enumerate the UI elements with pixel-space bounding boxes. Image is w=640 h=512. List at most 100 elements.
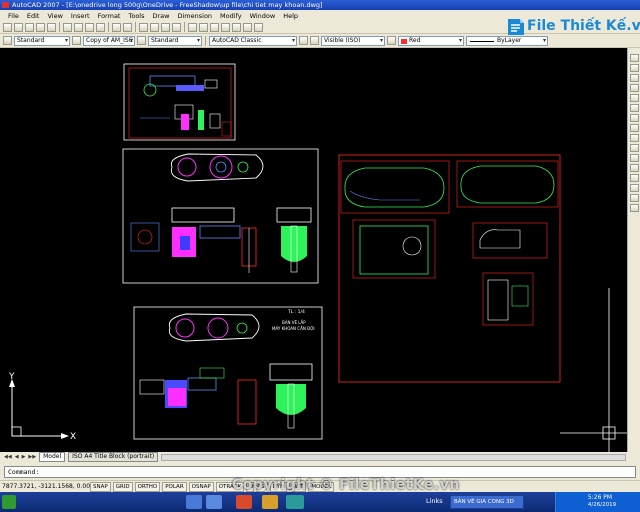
site-logo: File Thiết Kế.vn: [505, 14, 640, 42]
text-style-select[interactable]: Standard: [14, 35, 70, 46]
workspace-settings-icon[interactable]: [299, 36, 308, 45]
coordinate-readout[interactable]: 7877.3721, -3121.1568, 0.0000: [2, 483, 98, 490]
zoom-previous-icon[interactable]: [172, 22, 181, 32]
color-value: Red: [409, 36, 421, 44]
autocad-app-icon[interactable]: [2, 2, 9, 8]
menu-draw[interactable]: Draw: [149, 12, 174, 20]
trim-icon[interactable]: [629, 144, 639, 152]
match-properties-icon[interactable]: [96, 22, 105, 32]
menu-file[interactable]: File: [4, 12, 23, 20]
text-style-icon[interactable]: [3, 36, 12, 45]
calculator-icon[interactable]: [243, 22, 252, 32]
layer-properties-icon[interactable]: [310, 36, 319, 45]
scale-icon[interactable]: [629, 124, 639, 132]
menu-window[interactable]: Window: [246, 12, 280, 20]
crosshair-cursor: [560, 288, 627, 452]
erase-icon[interactable]: [629, 54, 639, 62]
print-preview-icon[interactable]: [47, 22, 56, 32]
fillet-icon[interactable]: [629, 194, 639, 202]
menu-modify[interactable]: Modify: [216, 12, 246, 20]
menu-format[interactable]: Format: [94, 12, 125, 20]
table-style-icon[interactable]: [137, 36, 146, 45]
taskbar-app-icon[interactable]: [206, 495, 222, 509]
sheet-4[interactable]: [338, 154, 561, 383]
color-swatch: [401, 38, 407, 44]
menu-view[interactable]: View: [43, 12, 66, 20]
tab-next-icon[interactable]: ▶: [22, 454, 26, 460]
layer-previous-icon[interactable]: [387, 36, 396, 45]
undo-icon[interactable]: [112, 22, 121, 32]
tab-last-icon[interactable]: ▶▶: [28, 454, 36, 460]
zoom-realtime-icon[interactable]: [150, 22, 159, 32]
extend-icon[interactable]: [629, 154, 639, 162]
horizontal-scrollbar[interactable]: [161, 453, 626, 461]
taskbar-app-icon[interactable]: [186, 495, 202, 509]
zoom-window-icon[interactable]: [161, 22, 170, 32]
offset-icon[interactable]: [629, 84, 639, 92]
grid-toggle[interactable]: GRID: [112, 481, 133, 492]
sheet-1[interactable]: [123, 63, 236, 141]
toolbar-separator: [184, 22, 185, 32]
linetype-preview: [470, 40, 494, 42]
taskbar: Links BẢN VẼ GIA CONG 3D 5:26 PM 4/26/20…: [0, 492, 640, 512]
sheet-set-icon[interactable]: [221, 22, 230, 32]
paste-icon[interactable]: [85, 22, 94, 32]
osnap-toggle[interactable]: OSNAP: [188, 481, 214, 492]
design-center-icon[interactable]: [199, 22, 208, 32]
polar-toggle[interactable]: POLAR: [162, 481, 187, 492]
tool-palettes-icon[interactable]: [210, 22, 219, 32]
move-icon[interactable]: [629, 104, 639, 112]
tab-first-icon[interactable]: ◀◀: [4, 454, 12, 460]
dim-style-select[interactable]: Copy of AM_ISC: [83, 35, 135, 46]
markup-icon[interactable]: [232, 22, 241, 32]
join-icon[interactable]: [629, 174, 639, 182]
new-file-icon[interactable]: [3, 22, 12, 32]
workspace-select[interactable]: AutoCAD Classic: [209, 35, 297, 46]
ortho-toggle[interactable]: ORTHO: [134, 481, 161, 492]
tab-model[interactable]: Model: [39, 452, 66, 462]
explode-icon[interactable]: [629, 204, 639, 212]
links-toolbar[interactable]: Links: [426, 497, 443, 505]
break-icon[interactable]: [629, 164, 639, 172]
taskbar-task-button[interactable]: BẢN VẼ GIA CONG 3D: [450, 495, 524, 509]
help-icon[interactable]: [254, 22, 263, 32]
layer-state-select[interactable]: Visible (ISO): [321, 35, 385, 46]
copy-object-icon[interactable]: [629, 64, 639, 72]
toolbar-separator: [59, 22, 60, 32]
ucs-x-label: X: [70, 432, 77, 442]
pan-icon[interactable]: [139, 22, 148, 32]
mirror-icon[interactable]: [629, 74, 639, 82]
array-icon[interactable]: [629, 94, 639, 102]
taskbar-app-icon[interactable]: [262, 495, 278, 509]
redo-icon[interactable]: [123, 22, 132, 32]
tab-layout[interactable]: ISO A4 Title Block (portrait): [68, 452, 159, 462]
drawing-svg: [9, 63, 627, 452]
site-logo-text: File Thiết Kế.vn: [527, 18, 640, 34]
save-icon[interactable]: [25, 22, 34, 32]
menu-tools[interactable]: Tools: [124, 12, 148, 20]
open-file-icon[interactable]: [14, 22, 23, 32]
snap-toggle[interactable]: SNAP: [90, 481, 111, 492]
chamfer-icon[interactable]: [629, 184, 639, 192]
cut-icon[interactable]: [63, 22, 72, 32]
stretch-icon[interactable]: [629, 134, 639, 142]
menu-insert[interactable]: Insert: [67, 12, 94, 20]
drawing-canvas[interactable]: TL : 1/4 BẢN VẼ LẮP MÁY KHOAN CẦN ĐỘI Y …: [0, 48, 627, 452]
color-select[interactable]: Red: [398, 35, 464, 46]
table-style-select[interactable]: Standard: [148, 35, 202, 46]
menu-edit[interactable]: Edit: [23, 12, 44, 20]
autocad-taskbar-icon[interactable]: [286, 495, 304, 509]
taskbar-app-icon[interactable]: [236, 495, 252, 509]
menu-dimension[interactable]: Dimension: [173, 12, 216, 20]
sheet-2[interactable]: [122, 148, 319, 284]
print-icon[interactable]: [36, 22, 45, 32]
tab-prev-icon[interactable]: ◀: [15, 454, 19, 460]
copy-icon[interactable]: [74, 22, 83, 32]
properties-icon[interactable]: [188, 22, 197, 32]
menu-help[interactable]: Help: [279, 12, 302, 20]
clock-time[interactable]: 5:26 PM: [580, 494, 620, 501]
rotate-icon[interactable]: [629, 114, 639, 122]
start-button[interactable]: [2, 495, 16, 509]
toolbar-separator: [205, 35, 206, 46]
dim-style-icon[interactable]: [72, 36, 81, 45]
